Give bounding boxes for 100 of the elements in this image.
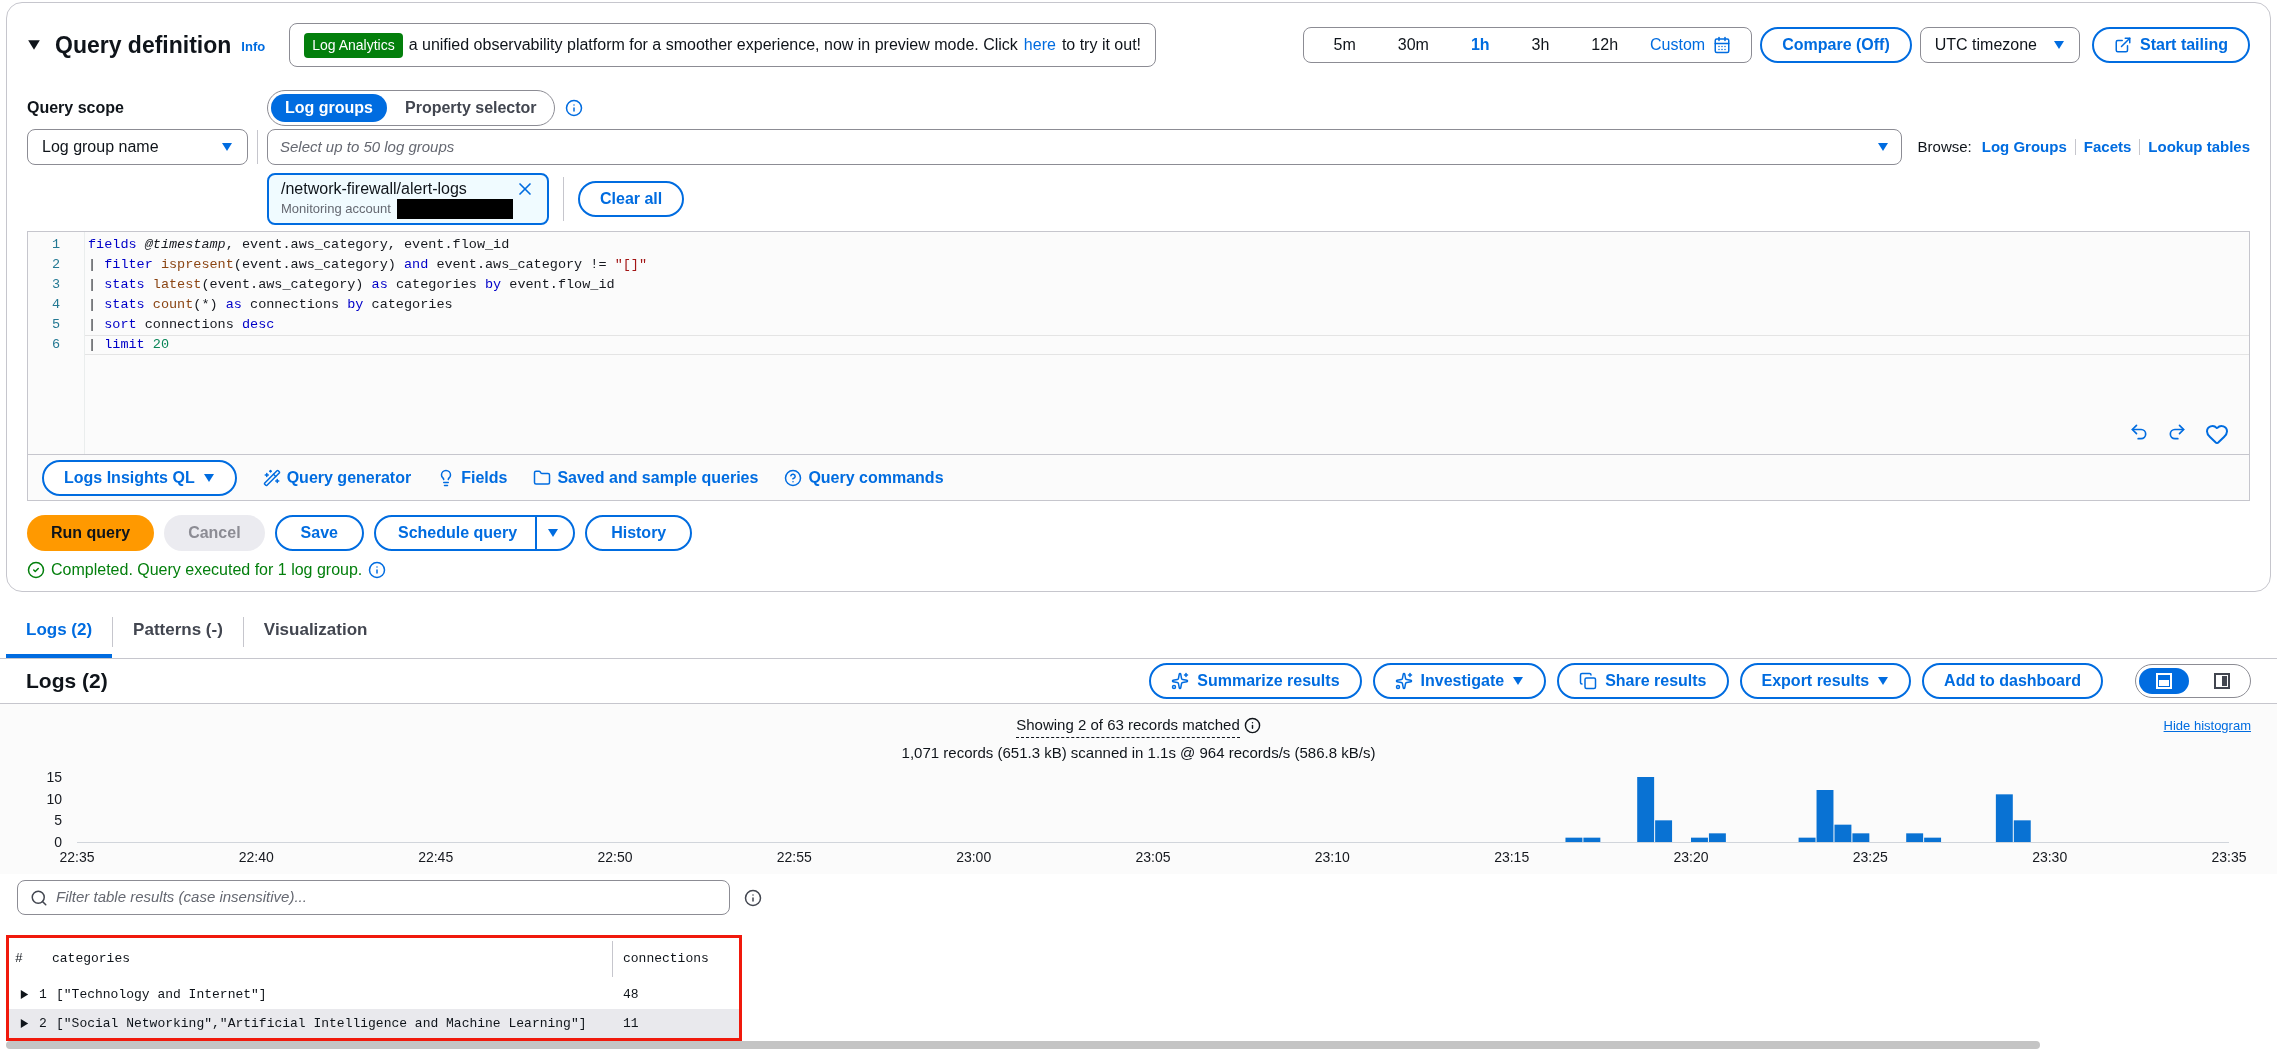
filter-field[interactable]: Filter table results (case insensitive)... xyxy=(17,880,730,915)
copy-icon xyxy=(1579,672,1598,690)
banner-text: a unified observability platform for a smoother experience, now in preview mode. Click xyxy=(408,35,1018,55)
caret-down-icon xyxy=(1876,141,1889,153)
x-axis-label: 22:45 xyxy=(418,849,454,865)
caret-down-icon xyxy=(202,471,215,484)
time-range-option[interactable]: 1h xyxy=(1450,33,1510,57)
start-tailing-button[interactable]: Start tailing xyxy=(2092,27,2250,63)
heart-icon[interactable] xyxy=(2205,422,2229,446)
log-group-input[interactable]: Select up to 50 log groups xyxy=(280,135,1877,159)
filter-input[interactable]: Filter table results (case insensitive)... xyxy=(56,886,717,909)
code-line: | stats latest(event.aws_category) as categories by event.flow_id xyxy=(88,275,615,294)
external-link-icon xyxy=(2114,36,2132,54)
horizontal-scrollbar[interactable] xyxy=(6,1041,2040,1049)
browse-link[interactable]: Lookup tables xyxy=(2148,135,2250,159)
result-action-button[interactable]: Investigate xyxy=(1372,663,1547,699)
result-tab[interactable]: Patterns (-) xyxy=(113,606,243,658)
browse-link[interactable]: Log Groups xyxy=(1981,135,2067,159)
table-cell-text: 1 xyxy=(38,985,48,1004)
code-line: | stats count(*) as connections by categories xyxy=(88,295,453,314)
code-line: fields @timestamp, event.aws_category, event.flow_id xyxy=(88,235,510,254)
wand-icon xyxy=(262,468,281,487)
column-header: # xyxy=(14,950,24,969)
banner-link[interactable]: here xyxy=(1023,33,1056,57)
result-tab[interactable]: Logs (2) xyxy=(6,606,113,658)
x-axis-label: 23:15 xyxy=(1494,849,1530,865)
time-range-option[interactable]: 12h xyxy=(1571,33,1639,57)
side-panel-icon xyxy=(2214,673,2230,689)
language-dropdown[interactable]: Logs Insights QL xyxy=(42,459,237,496)
caret-down-icon xyxy=(1512,675,1525,687)
result-action-button[interactable]: Share results xyxy=(1557,663,1729,699)
scan-stats: 1,071 records (651.3 kB) scanned in 1.1s @ 964 records/s (586.8 kB/s) xyxy=(901,742,1376,763)
calendar-icon xyxy=(1713,36,1732,54)
undo-icon[interactable] xyxy=(2129,422,2149,442)
section-title: Logs (2) xyxy=(26,668,108,695)
result-action-button[interactable]: Add to dashboard xyxy=(1922,663,2103,699)
code-line: | filter ispresent(event.aws_category) and event.aws_category != "[]" xyxy=(88,255,648,274)
compare-button[interactable]: Compare (Off) xyxy=(1760,27,1912,63)
x-axis-label: 23:00 xyxy=(956,849,992,865)
line-number: 2 xyxy=(51,255,61,274)
y-axis-label: 5 xyxy=(54,812,62,829)
time-range-option[interactable]: 3h xyxy=(1511,33,1570,57)
action-button[interactable]: History xyxy=(585,515,693,551)
x-axis-label: 22:35 xyxy=(59,849,95,865)
log-group-select[interactable]: Select up to 50 log groups xyxy=(267,129,1902,165)
result-tab[interactable]: Visualization xyxy=(243,606,388,658)
table-cell-text: ["Social Networking","Artificial Intelligence and Machine Learning"] xyxy=(55,1014,588,1033)
caret-down-icon xyxy=(2053,39,2065,51)
toolbar-link[interactable]: Saved and sample queries xyxy=(533,465,759,490)
records-summary: Showing 2 of 63 records matched xyxy=(1016,714,1240,738)
result-action-button[interactable]: Export results xyxy=(1739,663,1912,699)
column-header: categories xyxy=(52,950,131,969)
line-number: 4 xyxy=(51,295,61,314)
toolbar-link[interactable]: Query commands xyxy=(784,465,944,490)
x-axis-label: 23:05 xyxy=(1135,849,1171,865)
time-range-option[interactable]: Custom xyxy=(1640,33,1742,57)
scope-option[interactable]: Log groups xyxy=(271,94,387,122)
redo-icon[interactable] xyxy=(2167,422,2187,442)
y-axis-label: 10 xyxy=(46,790,62,807)
bottom-panel-icon xyxy=(2156,673,2172,689)
search-icon xyxy=(30,888,48,907)
status-message: Completed. Query executed for 1 log group. xyxy=(51,560,363,580)
success-icon xyxy=(27,561,45,579)
help-icon xyxy=(784,468,803,487)
hide-histogram-link[interactable]: Hide histogram xyxy=(2163,716,2251,736)
clear-all-button[interactable]: Clear all xyxy=(578,181,685,217)
time-range-option[interactable]: 5m xyxy=(1313,33,1376,57)
result-action-button[interactable]: Summarize results xyxy=(1149,663,1362,699)
action-button[interactable]: Save xyxy=(274,515,364,551)
y-axis-label: 15 xyxy=(46,769,62,785)
info-icon[interactable] xyxy=(1243,717,1261,735)
sparkle-icon xyxy=(1394,672,1413,690)
caret-down-icon xyxy=(1877,675,1890,687)
run-query-button[interactable]: Run query xyxy=(27,515,155,551)
schedule-button[interactable]: Schedule query xyxy=(373,515,538,551)
token-description: Monitoring account xyxy=(281,200,391,219)
x-axis-label: 22:40 xyxy=(238,849,274,865)
browse-link[interactable]: Facets xyxy=(2083,135,2132,159)
line-number: 3 xyxy=(51,275,61,294)
token-label: /network-firewall/alert-logs xyxy=(281,179,468,199)
toolbar-link[interactable]: Fields xyxy=(437,465,508,490)
schedule-menu-button[interactable] xyxy=(537,515,576,551)
table-cell-text: 2 xyxy=(38,1014,48,1033)
view-option[interactable] xyxy=(2139,668,2189,694)
info-link[interactable]: Info xyxy=(241,37,266,57)
info-icon[interactable] xyxy=(744,888,762,907)
x-axis-label: 23:25 xyxy=(1852,849,1888,865)
browse-label: Browse: xyxy=(1917,136,1972,157)
panel-title: Query definition xyxy=(55,30,232,60)
table-cell-text: 48 xyxy=(622,985,639,1004)
scope-option[interactable]: Property selector xyxy=(391,94,551,122)
x-axis-label: 23:30 xyxy=(2032,849,2068,865)
folder-icon xyxy=(533,468,552,487)
column-header: connections xyxy=(622,950,709,969)
toolbar-link[interactable]: Query generator xyxy=(262,465,412,490)
time-range-option[interactable]: 30m xyxy=(1377,33,1449,57)
table-cell-text: 11 xyxy=(622,1014,639,1033)
scope-dropdown[interactable]: Log group name xyxy=(27,129,248,165)
timezone-dropdown[interactable]: UTC timezone xyxy=(1919,27,2080,63)
table-row[interactable]: 2 ["Social Networking","Artificial Intelligence and Machine Learning"] 11 xyxy=(9,1009,739,1038)
